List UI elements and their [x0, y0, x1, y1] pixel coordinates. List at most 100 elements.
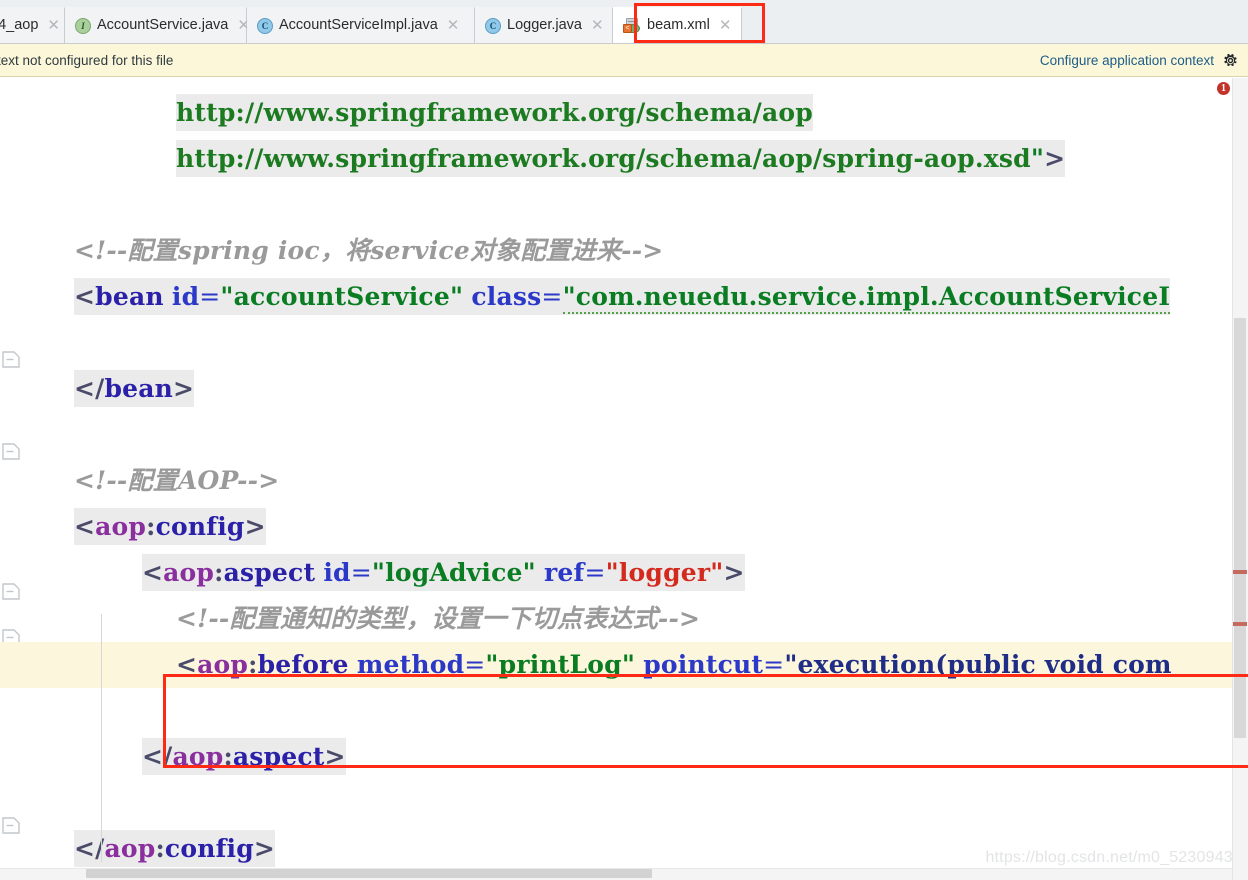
code-token: http://www.springframework.org/schema/ao… — [176, 98, 813, 127]
code-token: "printLog" — [485, 650, 636, 679]
code-token: id — [323, 558, 351, 587]
code-token: > — [723, 558, 745, 587]
code-token: </ — [74, 374, 105, 403]
error-count-badge[interactable]: 1 — [1217, 82, 1230, 95]
close-icon[interactable]: ✕ — [47, 18, 60, 33]
code-token: ref — [544, 558, 585, 587]
notification-bar: text not configured for this file Config… — [0, 44, 1248, 77]
line-blank-4[interactable] — [0, 688, 1248, 734]
line-schema-aop[interactable]: http://www.springframework.org/schema/ao… — [0, 90, 1248, 136]
line-tokens: <aop:before method="printLog" pointcut="… — [176, 650, 1172, 679]
line-aop-config-open[interactable]: <aop:config> — [0, 504, 1248, 550]
code-token: > — [253, 834, 276, 863]
line-aop-aspect-close[interactable]: </aop:aspect> — [0, 734, 1248, 780]
notification-message: text not configured for this file — [0, 52, 174, 68]
line-blank-5[interactable] — [0, 780, 1248, 826]
line-tokens: <bean id="accountService" class="com.neu… — [74, 278, 1171, 315]
vertical-scrollbar-track[interactable] — [1232, 78, 1248, 880]
gear-icon[interactable] — [1223, 53, 1238, 68]
code-token: = — [541, 282, 563, 311]
code-token: before — [257, 650, 349, 679]
line-schema-aop-xsd[interactable]: http://www.springframework.org/schema/ao… — [0, 136, 1248, 182]
editor-tab-beam-xml[interactable]: < beam.xml ✕ — [613, 7, 742, 43]
code-token: id — [171, 282, 200, 311]
code-token: "logger" — [605, 558, 724, 587]
code-token: : — [146, 512, 156, 541]
code-token: > — [1044, 144, 1066, 173]
code-token: aop — [163, 558, 215, 587]
code-token: " — [1030, 144, 1045, 173]
line-tokens: http://www.springframework.org/schema/ao… — [176, 94, 813, 131]
code-token: : — [223, 742, 233, 771]
line-blank-3[interactable] — [0, 412, 1248, 458]
code-editor[interactable]: http://www.springframework.org/schema/ao… — [0, 78, 1248, 880]
line-tokens: <!--配置通知的类型，设置一下切点表达式--> — [176, 604, 700, 633]
line-bean-open[interactable]: <bean id="accountService" class="com.neu… — [0, 274, 1248, 320]
code-token: = — [763, 650, 785, 679]
line-aop-before[interactable]: <aop:before method="printLog" pointcut="… — [0, 642, 1248, 688]
code-token: <!--配置通知的类型，设置一下切点表达式--> — [176, 604, 701, 633]
code-token: "execution(public void com — [784, 650, 1172, 679]
code-content[interactable]: http://www.springframework.org/schema/ao… — [0, 78, 1248, 880]
class-icon: C — [485, 17, 501, 34]
configure-application-context-link[interactable]: Configure application context — [1040, 53, 1214, 68]
code-token: aspect — [232, 742, 325, 771]
scrollbar-error-stripe[interactable] — [1233, 570, 1247, 574]
code-token: </ — [142, 742, 173, 771]
vertical-scrollbar-thumb[interactable] — [1234, 318, 1246, 738]
code-token: aop — [197, 650, 249, 679]
line-tokens: <!--配置spring ioc，将service对象配置进来--> — [74, 236, 663, 265]
line-tokens: </bean> — [74, 370, 195, 407]
editor-tab-accountserviceimpl-java[interactable]: C AccountServiceImpl.java ✕ — [247, 7, 475, 43]
line-comment-ioc[interactable]: <!--配置spring ioc，将service对象配置进来--> — [0, 228, 1248, 274]
spring-xml-icon: < — [623, 17, 641, 34]
code-token: </ — [74, 834, 105, 863]
code-token: bean — [104, 374, 174, 403]
editor-tab-label: beam.xml — [647, 16, 710, 33]
line-aop-aspect-open[interactable]: <aop:aspect id="logAdvice" ref="logger"> — [0, 550, 1248, 596]
code-token: aop — [172, 742, 224, 771]
code-token: class — [471, 282, 542, 311]
code-token: method — [356, 650, 465, 679]
editor-tab-accountservice-java[interactable]: I AccountService.java ✕ — [65, 7, 250, 43]
code-token: > — [324, 742, 346, 771]
scrollbar-error-stripe[interactable] — [1233, 622, 1247, 626]
line-comment-aop[interactable]: <!--配置AOP--> — [0, 458, 1248, 504]
close-icon[interactable]: ✕ — [719, 18, 732, 33]
code-token: "accountService" — [220, 282, 464, 311]
horizontal-scrollbar-thumb[interactable] — [86, 869, 652, 878]
code-token: <!--配置AOP--> — [74, 466, 280, 495]
close-icon[interactable]: ✕ — [447, 18, 460, 33]
line-blank-1[interactable] — [0, 182, 1248, 228]
code-token: = — [464, 650, 486, 679]
code-token: aspect — [223, 558, 316, 587]
line-tokens: <aop:aspect id="logAdvice" ref="logger"> — [142, 554, 745, 591]
editor-tab-04-aop[interactable]: 04_aop ✕ — [0, 7, 65, 43]
code-token: > — [244, 512, 266, 541]
line-blank-2[interactable] — [0, 320, 1248, 366]
line-tokens: <!--配置AOP--> — [74, 466, 279, 495]
line-comment-advice[interactable]: <!--配置通知的类型，设置一下切点表达式--> — [0, 596, 1248, 642]
code-token: < — [74, 512, 96, 541]
code-token: : — [248, 650, 258, 679]
line-tokens: <aop:config> — [74, 508, 266, 545]
code-token: = — [199, 282, 221, 311]
code-token: bean — [95, 282, 164, 311]
interface-icon: I — [75, 17, 91, 34]
code-token: < — [142, 558, 164, 587]
code-token: <!--配置spring ioc，将service对象配置进来--> — [74, 236, 664, 265]
horizontal-scrollbar-track[interactable] — [0, 868, 1232, 880]
close-icon[interactable]: ✕ — [591, 18, 604, 33]
ide-window: 04_aop ✕ I AccountService.java ✕ C AccountServ… — [0, 0, 1248, 880]
code-token: = — [350, 558, 372, 587]
code-token: < — [176, 650, 198, 679]
line-tokens: </aop:aspect> — [142, 738, 346, 775]
code-token: < — [74, 282, 96, 311]
editor-tab-label: AccountService.java — [97, 16, 229, 33]
code-token: pointcut — [643, 650, 764, 679]
editor-tab-logger-java[interactable]: C Logger.java ✕ — [475, 7, 613, 43]
line-bean-close[interactable]: </bean> — [0, 366, 1248, 412]
